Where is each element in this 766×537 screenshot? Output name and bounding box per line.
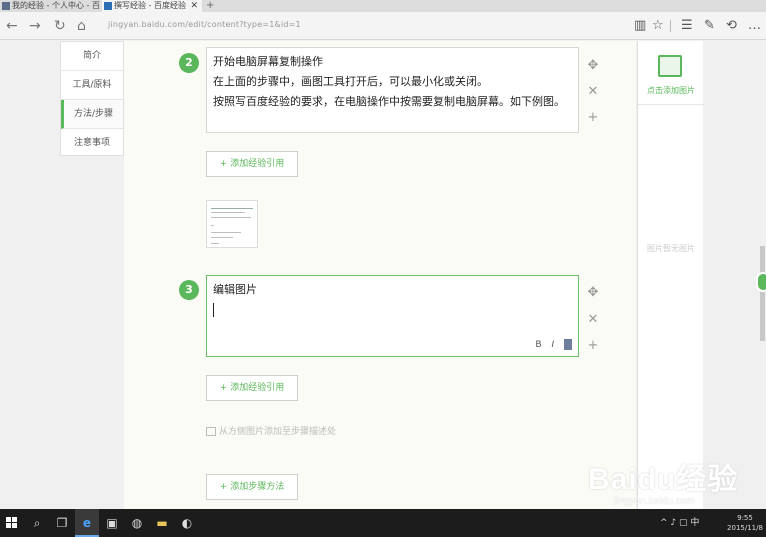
add-experience-reference-button[interactable]: + 添加经验引用: [206, 151, 298, 177]
step-number-badge: 3: [179, 280, 199, 300]
hub-icon[interactable]: ☰: [681, 18, 693, 34]
tab-favicon-icon: [104, 2, 112, 10]
upload-hint-text: 从方侧图片添加至步骤描述处: [219, 427, 337, 437]
add-step-method-button[interactable]: + 添加步骤方法: [206, 474, 298, 500]
forward-icon[interactable]: →: [29, 18, 41, 34]
page-content: 简介 工具/原料 方法/步骤 注意事项 2 开始电脑屏幕复制操作 在上面的步骤中…: [0, 41, 766, 509]
step-image-thumbnail[interactable]: [206, 200, 258, 248]
address-bar: ← → ↻ ⌂ jingyan.baidu.com/edit/content?t…: [0, 12, 766, 40]
image-panel: 点击添加图片 图片暂无图片: [637, 41, 704, 509]
edge-browser-icon[interactable]: e: [75, 509, 99, 537]
clock[interactable]: 9:55 2015/11/8: [725, 513, 765, 533]
browser-tab-bar: 我的经验 - 个人中心 - 百度经验 撰写经验 - 百度经验 ✕ +: [0, 0, 766, 12]
delete-step-icon[interactable]: ✕: [586, 85, 600, 99]
tab-title: 我的经验 - 个人中心 - 百度经验: [12, 1, 100, 10]
browser-tab-active[interactable]: 撰写经验 - 百度经验 ✕: [102, 0, 202, 12]
picture-icon: [206, 427, 216, 436]
system-tray[interactable]: ^ ♪ ▢ 中: [660, 509, 699, 537]
add-step-icon[interactable]: +: [586, 339, 600, 353]
italic-button[interactable]: I: [551, 340, 554, 350]
new-tab-button[interactable]: +: [206, 0, 214, 12]
step-3-editor[interactable]: 编辑图片 B I: [206, 275, 579, 357]
step-text-line: 编辑图片: [213, 283, 257, 296]
add-experience-reference-button[interactable]: + 添加经验引用: [206, 375, 298, 401]
sidebar-item-steps[interactable]: 方法/步骤: [61, 100, 123, 129]
delete-step-icon[interactable]: ✕: [586, 313, 600, 327]
add-step-icon[interactable]: +: [586, 111, 600, 125]
editor-main: 2 开始电脑屏幕复制操作 在上面的步骤中，画图工具打开后，可以最小化或关闭。 按…: [124, 41, 636, 509]
sidebar-item-notes[interactable]: 注意事项: [61, 129, 123, 158]
clock-date: 2015/11/8: [727, 524, 763, 532]
tab-favicon-icon: [2, 2, 10, 10]
browser-tab[interactable]: 我的经验 - 个人中心 - 百度经验: [0, 0, 100, 12]
windows-logo-icon: [6, 517, 18, 529]
url-field[interactable]: jingyan.baidu.com/edit/content?type=1&id…: [108, 20, 301, 29]
baidu-watermark-logo: Baidu经验: [588, 463, 739, 496]
store-icon[interactable]: ▣: [100, 509, 124, 537]
back-icon[interactable]: ←: [6, 18, 18, 34]
sidebar-item-tools[interactable]: 工具/原料: [61, 71, 123, 100]
task-view-icon[interactable]: ❐: [50, 509, 74, 537]
favorite-icon[interactable]: ☆: [652, 18, 664, 34]
close-tab-icon[interactable]: ✕: [190, 0, 198, 12]
watermark-url: jingyan.baidu.com: [614, 496, 695, 507]
scrollbar-thumb[interactable]: [760, 246, 765, 341]
more-icon[interactable]: …: [748, 18, 761, 34]
windows-taskbar: ⌕ ❐ e ▣ ◍ ▬ ◐ ^ ♪ ▢ 中 9:55 2015/11/8: [0, 509, 766, 537]
reading-view-icon[interactable]: ▥: [634, 18, 646, 34]
section-sidebar: 简介 工具/原料 方法/步骤 注意事项: [60, 41, 124, 156]
insert-image-icon[interactable]: [564, 339, 572, 350]
move-step-icon[interactable]: ✥: [586, 59, 600, 73]
add-image-card[interactable]: 点击添加图片: [638, 41, 704, 105]
image-panel-hint: 图片暂无图片: [647, 244, 695, 253]
clock-time: 9:55: [737, 514, 753, 522]
step-text-line: 在上面的步骤中，画图工具打开后，可以最小化或关闭。: [213, 75, 488, 88]
feedback-float-button[interactable]: [756, 272, 766, 292]
text-caret: [213, 303, 214, 317]
refresh-icon[interactable]: ↻: [54, 18, 66, 34]
search-icon[interactable]: ⌕: [25, 509, 49, 537]
add-image-icon: [658, 55, 682, 77]
toolbar-divider: [670, 20, 671, 32]
app-icon[interactable]: ◐: [175, 509, 199, 537]
format-toolbar: B I: [528, 339, 572, 350]
add-image-label: 点击添加图片: [647, 86, 695, 95]
share-icon[interactable]: ⟲: [726, 18, 737, 34]
start-button[interactable]: [0, 509, 24, 537]
bold-button[interactable]: B: [535, 340, 541, 350]
move-step-icon[interactable]: ✥: [586, 286, 600, 300]
file-explorer-icon[interactable]: ▬: [150, 509, 174, 537]
tab-title: 撰写经验 - 百度经验: [114, 1, 186, 10]
web-note-icon[interactable]: ✎: [704, 18, 715, 34]
step-text-line: 按照写百度经验的要求，在电脑操作中按需要复制电脑屏幕。如下例图。: [213, 95, 565, 108]
step-text-line: 开始电脑屏幕复制操作: [213, 55, 323, 68]
step-2-editor[interactable]: 开始电脑屏幕复制操作 在上面的步骤中，画图工具打开后，可以最小化或关闭。 按照写…: [206, 47, 579, 133]
upload-hint: 从方侧图片添加至步骤描述处: [206, 424, 336, 437]
paint-icon[interactable]: ◍: [125, 509, 149, 537]
home-icon[interactable]: ⌂: [77, 18, 86, 34]
sidebar-item-intro[interactable]: 简介: [61, 42, 123, 71]
step-number-badge: 2: [179, 53, 199, 73]
